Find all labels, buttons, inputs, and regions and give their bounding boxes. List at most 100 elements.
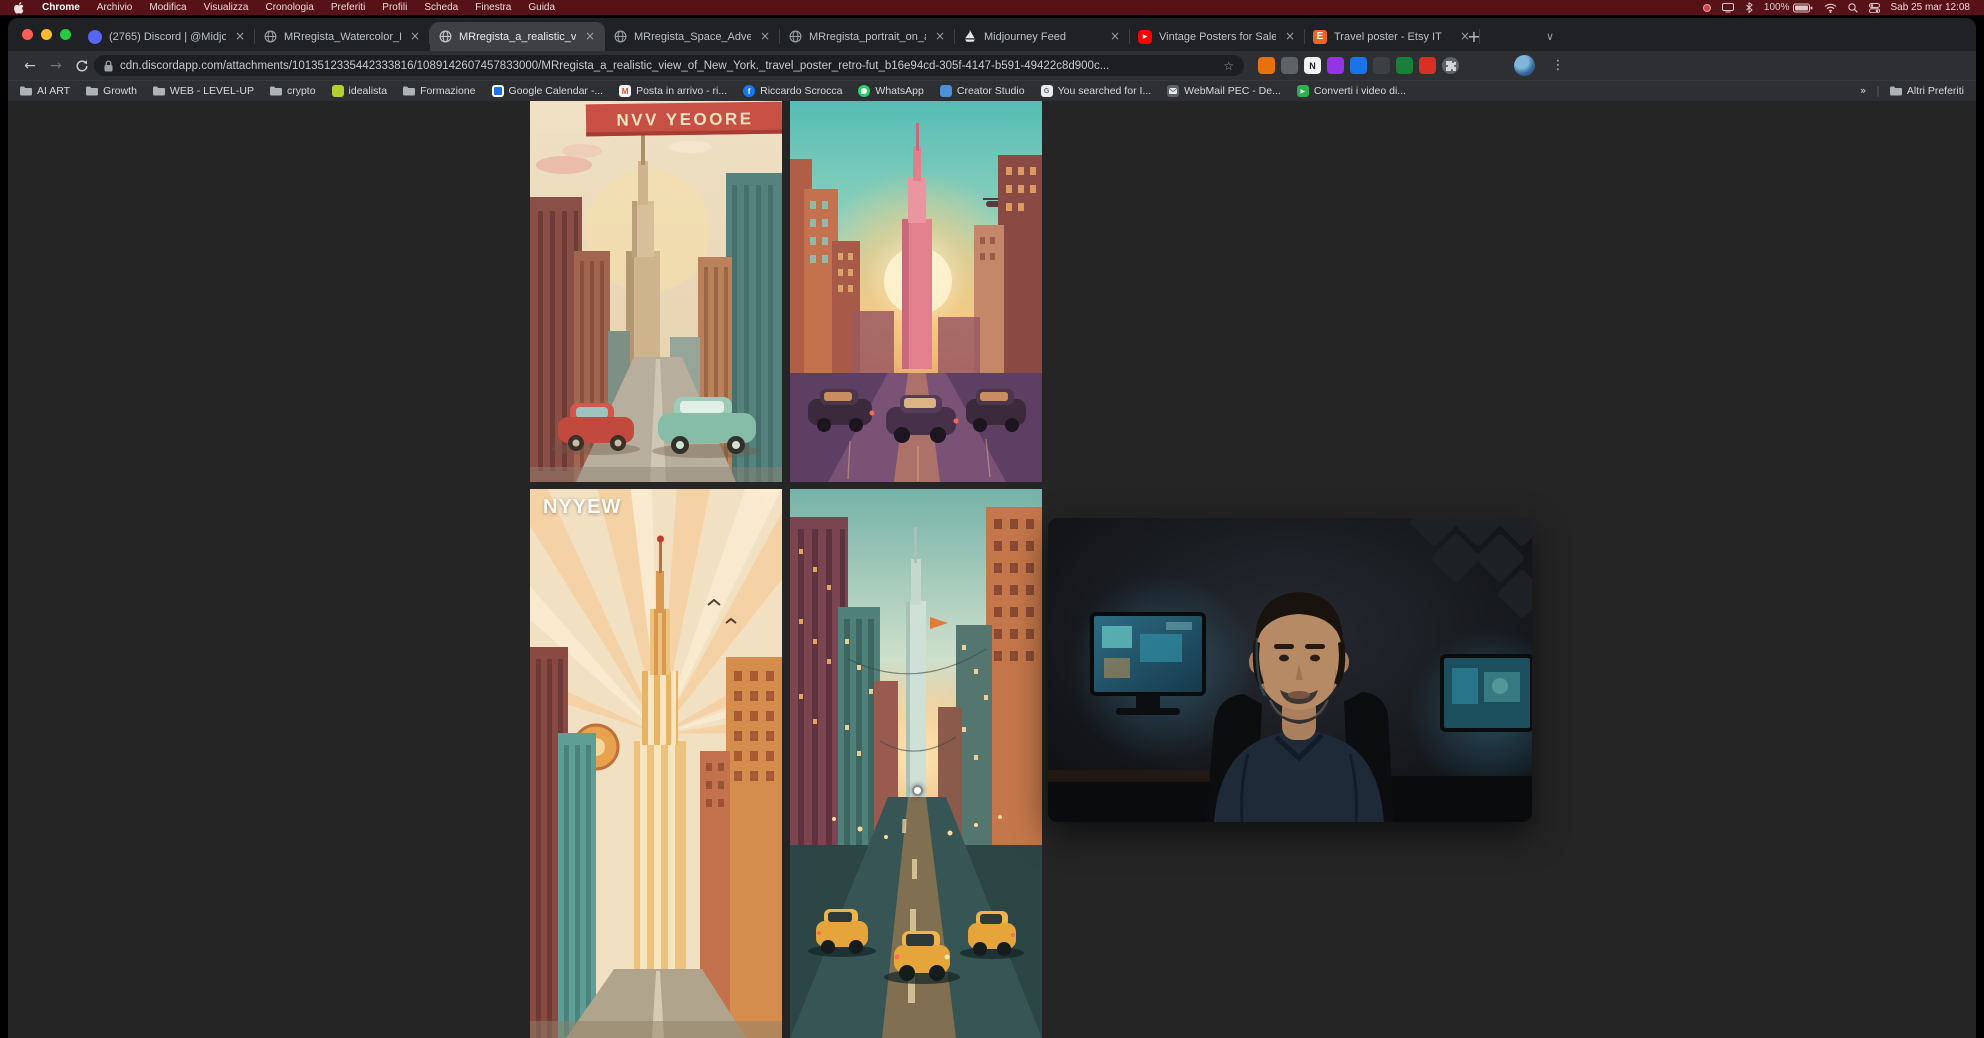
menu-finestra[interactable]: Finestra xyxy=(475,2,511,13)
bookmark-formazione[interactable]: Formazione xyxy=(403,85,475,97)
tab-search-chevron-icon[interactable]: ∨ xyxy=(1540,26,1560,46)
extension-icon[interactable] xyxy=(1373,57,1390,74)
bookmark-star-icon[interactable]: ☆ xyxy=(1223,59,1234,73)
midjourney-image-grid[interactable]: NVV YEOORE xyxy=(530,101,1042,1038)
back-button[interactable]: ← xyxy=(18,54,42,78)
bookmark-riccardo-scrocca[interactable]: f Riccardo Scrocca xyxy=(743,85,842,97)
menu-visualizza[interactable]: Visualizza xyxy=(204,2,249,13)
extension-icons: N xyxy=(1258,57,1459,74)
menubar-menus: Chrome Archivio Modifica Visualizza Cron… xyxy=(14,2,555,14)
bookmark-google-calendar[interactable]: Google Calendar -... xyxy=(492,85,604,97)
extensions-puzzle-icon[interactable] xyxy=(1442,57,1459,74)
bookmark-posta[interactable]: M Posta in arrivo - ri... xyxy=(619,85,727,97)
display-icon[interactable] xyxy=(1722,3,1734,13)
macos-menubar: Chrome Archivio Modifica Visualizza Cron… xyxy=(0,0,1984,15)
bookmark-ai-art[interactable]: AI ART xyxy=(20,85,70,97)
notion-extension-icon[interactable]: N xyxy=(1304,57,1321,74)
battery-icon xyxy=(1793,3,1813,13)
menu-guida[interactable]: Guida xyxy=(528,2,555,13)
tab-close-icon[interactable]: × xyxy=(758,30,772,44)
tab-space-adventure[interactable]: MRregista_Space_Advent... × xyxy=(605,22,780,51)
extension-icon[interactable] xyxy=(1327,57,1344,74)
poster-3-illustration xyxy=(530,489,782,1038)
reload-button[interactable] xyxy=(70,54,94,78)
new-tab-button[interactable]: + xyxy=(1462,24,1486,48)
menu-scheda[interactable]: Scheda xyxy=(424,2,458,13)
menu-modifica[interactable]: Modifica xyxy=(149,2,186,13)
extension-icon[interactable] xyxy=(1281,57,1298,74)
youtube-favicon: ▶ xyxy=(1138,30,1152,44)
tab-realistic-view-active[interactable]: MRregista_a_realistic_vie... × xyxy=(430,22,605,51)
menubar-clock[interactable]: Sab 25 mar 12:08 xyxy=(1891,2,1971,13)
menu-preferiti[interactable]: Preferiti xyxy=(331,2,365,13)
bookmark-web-level-up[interactable]: WEB - LEVEL-UP xyxy=(153,85,254,97)
bookmark-converti-video[interactable]: ▶ Converti i video di... xyxy=(1297,85,1406,97)
minimize-window-button[interactable] xyxy=(41,29,52,40)
browser-menu-kebab-icon[interactable]: ⋮ xyxy=(1548,55,1568,76)
wifi-icon[interactable] xyxy=(1824,3,1837,13)
bookmark-label: idealista xyxy=(349,85,388,97)
bookmarks-overflow-icon[interactable]: » xyxy=(1860,85,1866,97)
menu-cronologia[interactable]: Cronologia xyxy=(265,2,313,13)
poster-new-york-top-left[interactable]: NVV YEOORE xyxy=(530,101,782,482)
tab-vintage-posters[interactable]: ▶ Vintage Posters for Sale | ... × xyxy=(1130,22,1305,51)
close-window-button[interactable] xyxy=(22,29,33,40)
bookmark-label: WEB - LEVEL-UP xyxy=(170,85,254,97)
tab-label: Vintage Posters for Sale | ... xyxy=(1159,31,1276,43)
tab-close-icon[interactable]: × xyxy=(1108,30,1122,44)
menu-chrome[interactable]: Chrome xyxy=(42,2,80,13)
bookmark-idealista[interactable]: idealista xyxy=(332,85,388,97)
profile-avatar[interactable] xyxy=(1514,55,1535,76)
extension-icon[interactable] xyxy=(1396,57,1413,74)
convert-favicon: ▶ xyxy=(1297,85,1309,97)
tab-close-icon[interactable]: × xyxy=(233,30,247,44)
bookmark-label: Growth xyxy=(103,85,137,97)
forward-button[interactable]: → xyxy=(44,54,68,78)
bookmark-label: Posta in arrivo - ri... xyxy=(636,85,727,97)
tab-portrait[interactable]: MRregista_portrait_on_a... × xyxy=(780,22,955,51)
google-favicon: G xyxy=(1041,85,1053,97)
bluetooth-icon[interactable] xyxy=(1745,2,1753,13)
poster-new-york-bottom-left[interactable]: NYYEW xyxy=(530,489,782,1038)
tab-label: MRregista_Watercolor_Pa... xyxy=(284,31,401,43)
idealista-favicon xyxy=(332,85,344,97)
bookmark-growth[interactable]: Growth xyxy=(86,85,137,97)
spotlight-icon[interactable] xyxy=(1848,3,1858,13)
bookmark-label: Altri Preferiti xyxy=(1907,85,1964,97)
bookmark-whatsapp[interactable]: WhatsApp xyxy=(858,85,923,97)
globe-favicon xyxy=(613,30,627,44)
tab-close-icon[interactable]: × xyxy=(933,30,947,44)
control-center-icon[interactable] xyxy=(1869,3,1880,13)
other-bookmarks-folder[interactable]: Altri Preferiti xyxy=(1890,85,1964,97)
sailboat-favicon xyxy=(963,30,977,44)
tab-watercolor[interactable]: MRregista_Watercolor_Pa... × xyxy=(255,22,430,51)
extension-icon[interactable] xyxy=(1350,57,1367,74)
etsy-favicon: E xyxy=(1313,30,1327,44)
tab-etsy[interactable]: E Travel poster - Etsy IT × xyxy=(1305,22,1480,51)
poster-sign-text: NVV YEOORE xyxy=(588,105,782,135)
tab-close-icon[interactable]: × xyxy=(583,30,597,44)
discord-favicon xyxy=(88,30,102,44)
tab-close-icon[interactable]: × xyxy=(408,30,422,44)
extension-icon[interactable] xyxy=(1419,57,1436,74)
bookmark-label: Google Calendar -... xyxy=(509,85,604,97)
battery-indicator[interactable]: 100% xyxy=(1764,2,1813,13)
bookmark-webmail-pec[interactable]: WebMail PEC - De... xyxy=(1167,85,1281,97)
address-bar[interactable]: cdn.discordapp.com/attachments/101351233… xyxy=(94,55,1244,76)
tab-close-icon[interactable]: × xyxy=(1283,30,1297,44)
extension-icon[interactable] xyxy=(1258,57,1275,74)
apple-menu[interactable] xyxy=(14,2,25,14)
poster-new-york-top-right[interactable] xyxy=(790,101,1042,482)
tab-discord[interactable]: (2765) Discord | @Midjou × xyxy=(80,22,255,51)
bookmark-crypto[interactable]: crypto xyxy=(270,85,316,97)
record-indicator-icon[interactable] xyxy=(1703,4,1711,12)
menu-archivio[interactable]: Archivio xyxy=(97,2,133,13)
mail-favicon xyxy=(1167,85,1179,97)
zoom-window-button[interactable] xyxy=(60,29,71,40)
poster-new-york-bottom-right[interactable] xyxy=(790,489,1042,1038)
bookmark-creator-studio[interactable]: Creator Studio xyxy=(940,85,1025,97)
menu-profili[interactable]: Profili xyxy=(382,2,407,13)
bookmark-you-searched[interactable]: G You searched for I... xyxy=(1041,85,1152,97)
tab-midjourney-feed[interactable]: Midjourney Feed × xyxy=(955,22,1130,51)
globe-favicon xyxy=(438,30,452,44)
